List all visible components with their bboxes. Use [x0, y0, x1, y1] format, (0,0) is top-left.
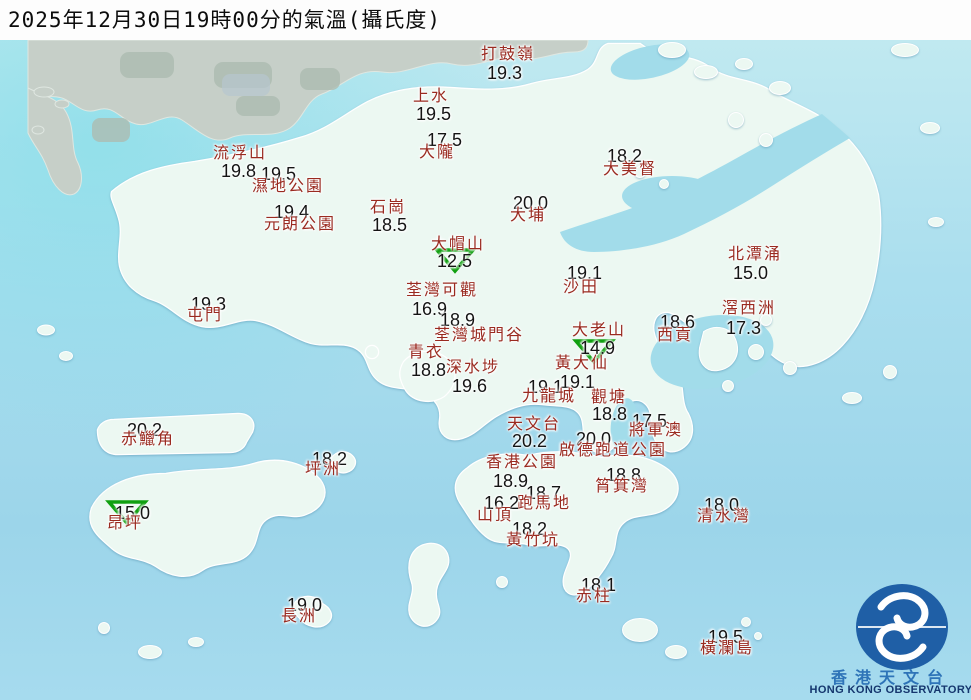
station-value: 18.8	[411, 360, 447, 380]
station-value: 18.5	[372, 215, 408, 235]
station-name: 山頂	[477, 507, 514, 524]
station-name: 將軍澳	[629, 422, 684, 439]
station-name: 荃灣可觀	[406, 282, 479, 299]
station-value: 12.5	[437, 251, 473, 271]
station-value: 19.6	[452, 376, 488, 396]
station-name: 赤鱲角	[121, 431, 176, 448]
station-value: 17.3	[726, 318, 762, 338]
hko-logo: 香港天文台 HONG KONG OBSERVATORY	[809, 568, 971, 700]
station-name: 昂坪	[107, 515, 144, 532]
station-name: 荃灣城門谷	[434, 327, 525, 344]
station-name: 黃大仙	[555, 355, 610, 372]
station-name: 大美督	[603, 161, 658, 178]
station-name: 香港公園	[486, 454, 559, 471]
station-name: 西貢	[657, 327, 694, 344]
station-name: 屯門	[187, 307, 224, 324]
station-name: 觀塘	[591, 389, 628, 406]
station-name: 坪洲	[305, 461, 342, 478]
station-name: 滘西洲	[722, 300, 777, 317]
station-name: 大隴	[419, 144, 456, 161]
station-name: 大埔	[510, 207, 547, 224]
station-name: 黃竹坑	[506, 532, 561, 549]
station-value: 18.9	[493, 471, 529, 491]
station-name: 濕地公園	[252, 178, 325, 195]
title-bar: 2025年12月30日19時00分的氣溫(攝氏度)	[0, 0, 971, 40]
station-name: 流浮山	[213, 145, 268, 162]
station-name: 筲箕灣	[595, 478, 650, 495]
station-name: 深水埗	[446, 359, 501, 376]
station-name: 元朗公園	[264, 216, 337, 233]
station-name: 上水	[413, 88, 450, 105]
station-name: 大帽山	[431, 236, 486, 253]
hko-logo-en: HONG KONG OBSERVATORY	[809, 684, 971, 696]
station-value: 19.8	[221, 161, 257, 181]
station-name: 天文台	[507, 416, 562, 433]
station-name: 大老山	[572, 322, 627, 339]
hko-regional-temperature-map: 19.3 打鼓嶺 19.5 上水 17.5 大隴 19.8 流浮山 19.5 濕地公園 19.4 元朗…	[0, 0, 971, 700]
station-name: 沙田	[563, 279, 600, 296]
station-name: 九龍城	[522, 388, 577, 405]
station-name: 清水灣	[697, 508, 752, 525]
map-title: 2025年12月30日19時00分的氣溫(攝氏度)	[8, 8, 442, 32]
station-value: 18.8	[592, 404, 628, 424]
station-name: 石崗	[370, 199, 407, 216]
station-name: 跑馬地	[517, 495, 572, 512]
station-name: 赤柱	[576, 588, 613, 605]
station-value: 19.3	[487, 63, 523, 83]
station-name: 長洲	[281, 608, 318, 625]
station-name: 青衣	[408, 344, 445, 361]
station-name: 北潭涌	[728, 246, 783, 263]
station-value: 20.2	[512, 431, 548, 451]
station-name: 橫瀾島	[700, 640, 755, 657]
station-value: 19.5	[416, 104, 452, 124]
station-name: 啟德跑道公園	[559, 442, 668, 459]
station-name: 打鼓嶺	[481, 46, 536, 63]
station-value: 15.0	[733, 263, 769, 283]
